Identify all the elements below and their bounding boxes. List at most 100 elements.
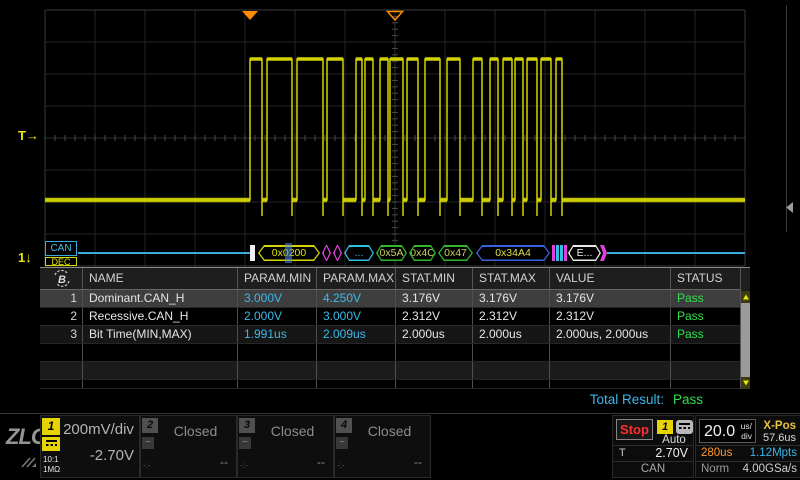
- channel-4-offset-dash: --: [414, 455, 422, 469]
- table-cell-empty: [317, 362, 396, 379]
- table-row[interactable]: 3Bit Time(MIN,MAX)1.991us2.009us2.000us2…: [40, 326, 750, 344]
- table-cell-empty: [671, 344, 740, 361]
- table-header-cell[interactable]: PARAM.MAX: [317, 268, 396, 289]
- can-dlc-field: ...: [344, 245, 374, 261]
- table-cell-empty: [671, 362, 740, 379]
- divider: [696, 461, 800, 462]
- table-cell-empty: [317, 380, 396, 388]
- channel-2-probe-dash: -:-: [143, 461, 151, 470]
- trigger-level-value[interactable]: 2.70V: [655, 446, 688, 460]
- xpos-value[interactable]: 57.6us: [758, 432, 796, 444]
- table-cell-empty: [317, 344, 396, 361]
- table-cell-num: 3: [40, 326, 83, 343]
- divider: [696, 445, 800, 446]
- table-cell-empty: [238, 344, 317, 361]
- table-cell-stat_max: 3.176V: [473, 290, 550, 307]
- channel-3-coupling-off-icon: −: [239, 437, 251, 449]
- trigger-status-box[interactable]: Stop 1 Auto T 2.70V CAN: [612, 415, 694, 478]
- decode-field-value: E...: [570, 247, 600, 260]
- table-cell-empty: [40, 380, 83, 388]
- channel-4-state: Closed: [353, 423, 426, 439]
- decode-field-value: [324, 247, 330, 260]
- scroll-up-button[interactable]: [741, 291, 750, 303]
- table-cell-empty: [83, 380, 238, 388]
- table-cell-stat_max: 2.000us: [473, 326, 550, 343]
- table-cell-empty: [396, 362, 473, 379]
- table-cell-empty: [396, 344, 473, 361]
- timebase-unit-top: us/: [741, 421, 752, 431]
- table-cell-num: 2: [40, 308, 83, 325]
- table-header-cell[interactable]: STAT.MAX: [473, 268, 550, 289]
- table-icon-cell[interactable]: B: [40, 268, 83, 289]
- table-header-cell[interactable]: PARAM.MIN: [238, 268, 317, 289]
- acquire-mode[interactable]: Norm: [701, 463, 729, 475]
- table-cell-status: Pass: [671, 326, 740, 343]
- acquire-window: 280us: [701, 447, 732, 459]
- channel-1-box[interactable]: 1 10:1 1MΩ 200mV/div -2.70V: [40, 415, 140, 478]
- oscilloscope-screen: T→ 1↓ CAN DEC 0x0200...0x5A0x4C0x470x34A…: [0, 0, 800, 480]
- channel-3-box[interactable]: 3 − Closed -- -:-: [237, 415, 334, 478]
- table-cell-empty: [238, 380, 317, 388]
- decode-end-chevron: [600, 245, 607, 261]
- decode-bit-bar: [564, 245, 567, 261]
- measurement-table: B NAMEPARAM.MINPARAM.MAXSTAT.MINSTAT.MAX…: [40, 267, 750, 389]
- decode-frame-field: [333, 245, 342, 261]
- table-header-cell[interactable]: STATUS: [671, 268, 740, 289]
- total-result-value: Pass: [673, 392, 703, 407]
- table-row[interactable]: 1Dominant.CAN_H3.000V4.250V3.176V3.176V3…: [40, 290, 750, 308]
- channel-4-coupling-off-icon: −: [336, 437, 348, 449]
- decode-field-value: 0x34A4: [478, 247, 549, 260]
- timebase-scale-value: 20.0: [704, 423, 735, 441]
- table-empty-row: [40, 344, 750, 362]
- table-cell-empty: [550, 344, 671, 361]
- scrollbar-track[interactable]: [741, 303, 750, 377]
- trigger-source-badge: 1: [657, 420, 673, 434]
- channel-4-badge: 4: [336, 418, 352, 433]
- total-result: Total Result:Pass: [40, 392, 703, 407]
- decode-field-value: 0x47: [440, 247, 472, 260]
- table-cell-name: Dominant.CAN_H: [83, 290, 238, 307]
- table-header-row: B NAMEPARAM.MINPARAM.MAXSTAT.MINSTAT.MAX…: [40, 268, 750, 290]
- channel-4-box[interactable]: 4 − Closed -- -:-: [334, 415, 431, 478]
- scrollbar-header-spacer: [741, 268, 750, 291]
- table-cell-stat_max: 2.312V: [473, 308, 550, 325]
- decode-field-value: [335, 247, 341, 260]
- xpos-label: X-Pos: [758, 420, 796, 432]
- channel-2-coupling-off-icon: −: [142, 437, 154, 449]
- table-header-cell[interactable]: NAME: [83, 268, 238, 289]
- protocol-decode-row: 0x0200...0x5A0x4C0x470x34A4E...: [0, 0, 800, 270]
- table-cell-value: 2.312V: [550, 308, 671, 325]
- table-row[interactable]: 2Recessive.CAN_H2.000V3.000V2.312V2.312V…: [40, 308, 750, 326]
- table-cell-stat_min: 2.312V: [396, 308, 473, 325]
- table-cell-stat_min: 3.176V: [396, 290, 473, 307]
- table-body: 1Dominant.CAN_H3.000V4.250V3.176V3.176V3…: [40, 290, 750, 389]
- table-cell-empty: [473, 344, 550, 361]
- channel-2-state: Closed: [159, 423, 232, 439]
- timebase-box[interactable]: 20.0 us/ div X-Pos 57.6us 280us 1.12Mpts…: [695, 415, 800, 478]
- channel-1-scale: 200mV/div: [61, 421, 136, 438]
- channel-1-badge: 1: [42, 418, 60, 435]
- decode-cursor: [285, 243, 292, 263]
- probe-hatch-icon: [20, 454, 42, 470]
- scroll-down-button[interactable]: [741, 377, 750, 389]
- table-cell-empty: [473, 362, 550, 379]
- channel-2-box[interactable]: 2 − Closed -- -:-: [140, 415, 237, 478]
- decode-bit-bar: [556, 245, 559, 261]
- table-header-cell[interactable]: VALUE: [550, 268, 671, 289]
- table-cell-param_min: 1.991us: [238, 326, 317, 343]
- channel-3-badge: 3: [239, 418, 255, 433]
- table-cell-empty: [671, 380, 740, 388]
- table-scrollbar[interactable]: [740, 267, 750, 389]
- table-cell-param_max: 2.009us: [317, 326, 396, 343]
- decode-idle-line: [78, 252, 250, 254]
- table-header-cell[interactable]: STAT.MIN: [396, 268, 473, 289]
- table-cell-empty: [550, 380, 671, 388]
- table-cell-empty: [83, 344, 238, 361]
- timebase-unit-bottom: div: [741, 431, 752, 441]
- run-state-indicator[interactable]: Stop: [616, 419, 653, 440]
- decode-field-value: 0x5A: [378, 247, 406, 260]
- trigger-bus-type[interactable]: CAN: [613, 463, 693, 475]
- table-cell-empty: [550, 362, 671, 379]
- table-cell-name: Recessive.CAN_H: [83, 308, 238, 325]
- timebase-scale-box[interactable]: 20.0 us/ div: [699, 419, 756, 443]
